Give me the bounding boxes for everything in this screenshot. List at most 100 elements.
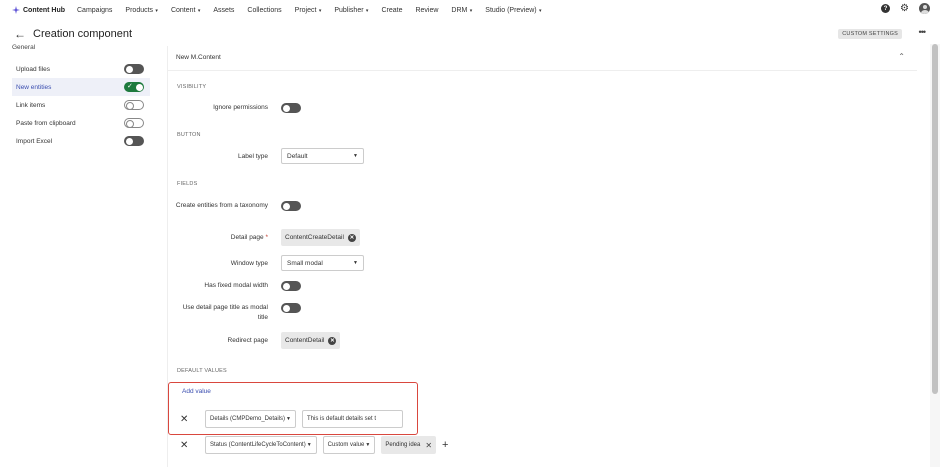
nav-item[interactable]: Collections [247, 7, 281, 14]
sidebar-toggle[interactable] [124, 100, 144, 110]
chevron-down-icon: ▼ [306, 442, 312, 448]
user-avatar-icon[interactable] [919, 3, 930, 14]
chevron-down-icon: ▼ [286, 416, 291, 422]
page-title: Creation component [33, 28, 133, 40]
redirect-page-label: Redirect page [227, 337, 268, 344]
remove-close-icon[interactable]: ✕ [425, 441, 432, 450]
value-mode-value: Custom value [327, 442, 365, 448]
nav-item[interactable]: DRM ▾ [451, 7, 472, 14]
detail-page-value: ContentCreateDetail [285, 234, 344, 241]
nav-item-label: Publisher [334, 6, 364, 14]
ignore-permissions-label: Ignore permissions [213, 104, 268, 111]
sidebar-item-label: Import Excel [16, 137, 53, 145]
chevron-down-icon: ▼ [365, 442, 371, 448]
nav-item[interactable]: Create [381, 7, 402, 14]
sidebar-item-label: Link items [16, 101, 46, 109]
chevron-down-icon: ▾ [196, 7, 201, 14]
default-value-input[interactable]: This is default details set t [301, 410, 403, 428]
remove-row-close-icon[interactable]: ✕ [180, 414, 192, 425]
detail-page-label-text: Detail page [230, 234, 264, 241]
custom-settings-button[interactable]: CUSTOM SETTINGS [838, 29, 902, 39]
chevron-down-icon: ▾ [364, 7, 369, 14]
nav-item-label: DRM [451, 6, 468, 14]
main-panel: New M.Content ⌃ VISIBILITY Ignore permis… [167, 46, 917, 467]
back-arrow-icon[interactable]: ← [14, 27, 26, 41]
status-value-chip[interactable]: Pending idea ✕ [381, 436, 437, 454]
sidebar-item[interactable]: Upload files [12, 60, 150, 78]
chevron-down-icon: ▼ [353, 153, 358, 159]
redirect-page-value: ContentDetail [285, 337, 325, 344]
chevron-down-icon: ▾ [537, 7, 542, 14]
sidebar-toggle[interactable] [124, 118, 144, 128]
content-hub-logo-icon [12, 6, 20, 14]
redirect-page-chip[interactable]: ContentDetail ✕ [281, 332, 341, 349]
window-type-select[interactable]: Small modal ▼ [281, 255, 364, 271]
sidebar-toggle[interactable] [124, 136, 144, 146]
required-mark: * [265, 234, 268, 241]
value-mode-select[interactable]: Custom value ▼ [322, 436, 376, 454]
label-type-label: Label type [238, 153, 268, 160]
status-field-select[interactable]: Status (ContentLifeCycleToContent) ▼ [205, 436, 317, 454]
nav-item[interactable]: Assets [213, 7, 234, 14]
window-type-value: Small modal [287, 259, 323, 267]
more-options-icon[interactable]: ••• [919, 27, 927, 37]
sidebar-toggle[interactable]: ✓ [124, 82, 144, 92]
default-value-row: ✕ Status (ContentLifeCycleToContent) ▼ C… [180, 436, 448, 454]
default-value-row: ✕ Details (CMPDemo_Details) ▼ This is de… [180, 410, 403, 428]
remove-row-close-icon[interactable]: ✕ [180, 440, 192, 451]
nav-item-label: Collections [247, 6, 282, 14]
help-icon[interactable]: ? [881, 4, 891, 13]
nav-item-label: Review [415, 6, 439, 14]
sidebar-item-label: Upload files [16, 65, 50, 73]
check-icon: ✓ [127, 83, 133, 90]
divider [168, 70, 917, 71]
nav-item[interactable]: Studio (Preview) ▾ [485, 7, 541, 14]
window-type-label: Window type [230, 260, 268, 267]
status-value: Pending idea [385, 442, 421, 448]
sidebar-item-label: New entities [16, 83, 52, 91]
chevron-down-icon: ▼ [353, 260, 358, 266]
nav-item-label: Products [125, 6, 154, 14]
detail-page-chip[interactable]: ContentCreateDetail ✕ [281, 229, 360, 246]
sidebar-item[interactable]: Import Excel [12, 132, 150, 150]
nav-item[interactable]: Products ▾ [125, 7, 158, 14]
chevron-down-icon: ▾ [468, 7, 473, 14]
remove-close-icon[interactable]: ✕ [328, 336, 337, 345]
sidebar-item[interactable]: Paste from clipboard [12, 114, 150, 132]
chevron-down-icon: ▾ [154, 7, 158, 14]
use-detail-title-label: Use detail page title as modal title [182, 304, 268, 321]
brand-label: Content Hub [23, 6, 65, 14]
sidebar-item-label: Paste from clipboard [16, 119, 76, 127]
settings-gear-icon[interactable]: ⚙ [900, 4, 909, 14]
default-field-select[interactable]: Details (CMPDemo_Details) ▼ [205, 410, 296, 428]
nav-item-label: Assets [213, 6, 235, 14]
section-default-values: DEFAULT VALUES [177, 368, 227, 374]
sidebar-heading: General [12, 44, 36, 51]
remove-close-icon[interactable]: ✕ [347, 233, 356, 242]
entity-title: New M.Content [176, 54, 221, 61]
sidebar-item[interactable]: Link items [12, 96, 150, 114]
create-from-taxonomy-toggle[interactable] [281, 201, 301, 211]
ignore-permissions-toggle[interactable] [281, 103, 301, 113]
create-from-taxonomy-label: Create entities from a taxonomy [175, 202, 268, 209]
scrollbar-thumb[interactable] [932, 44, 938, 394]
label-type-select[interactable]: Default ▼ [281, 148, 364, 164]
brand[interactable]: Content Hub [12, 6, 65, 14]
nav-item[interactable]: Campaigns [77, 7, 112, 14]
add-value-link[interactable]: Add value [182, 388, 211, 395]
status-field-value: Status (ContentLifeCycleToContent) [210, 442, 306, 448]
nav-item[interactable]: Content ▾ [171, 7, 200, 14]
nav-item[interactable]: Project ▾ [295, 7, 322, 14]
nav-item[interactable]: Publisher ▾ [334, 7, 368, 14]
nav-menu: Campaigns Products ▾ Content ▾ Assets Collec… [77, 7, 555, 14]
label-type-value: Default [287, 152, 308, 160]
section-button: BUTTON [177, 132, 201, 138]
nav-item[interactable]: Review [415, 7, 438, 14]
fixed-modal-width-toggle[interactable] [281, 281, 301, 291]
add-plus-icon[interactable]: + [442, 439, 448, 451]
sidebar-item[interactable]: New entities ✓ [12, 78, 150, 96]
collapse-chevron-icon[interactable]: ⌃ [898, 52, 905, 61]
sidebar-toggle[interactable] [124, 64, 144, 74]
use-detail-title-toggle[interactable] [281, 303, 301, 313]
default-field-value: Details (CMPDemo_Details) [210, 416, 286, 422]
